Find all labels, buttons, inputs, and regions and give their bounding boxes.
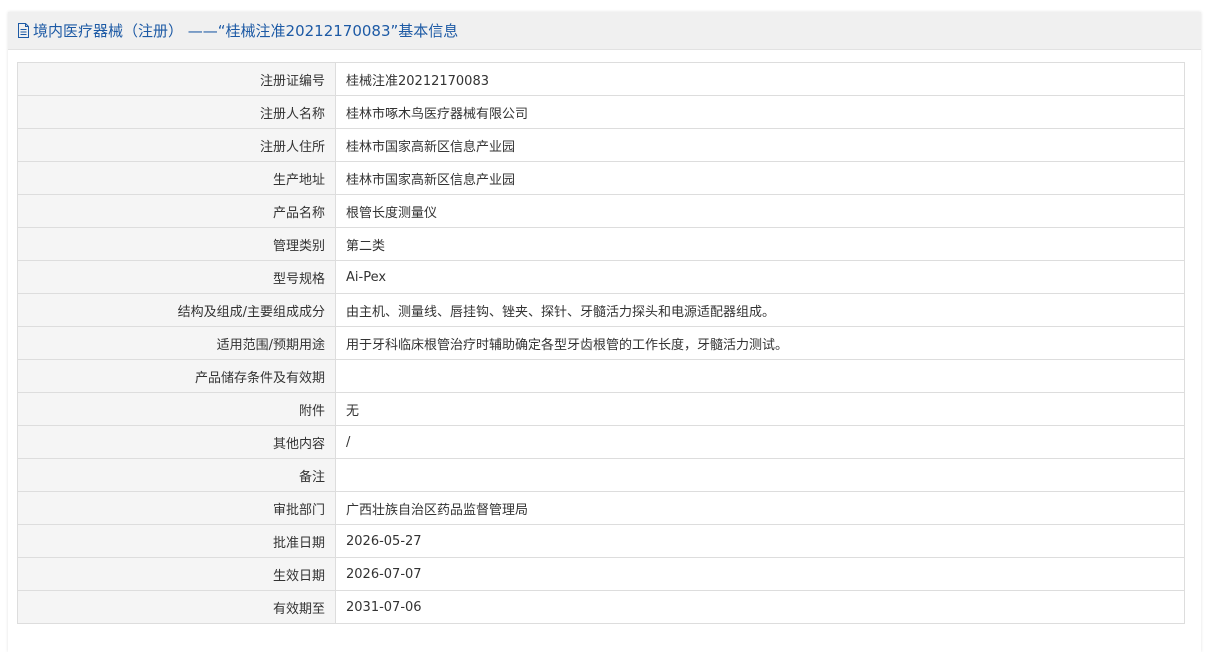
field-label: 有效期至: [17, 590, 336, 624]
table-row: 生产地址 桂林市国家高新区信息产业园: [17, 161, 1185, 195]
table-row: 注册人名称 桂林市啄木鸟医疗器械有限公司: [17, 95, 1185, 129]
table-row: 注册人住所 桂林市国家高新区信息产业园: [17, 128, 1185, 162]
table-row: 批准日期 2026-05-27: [17, 524, 1185, 558]
field-label: 注册人住所: [17, 128, 336, 162]
field-value: 2026-05-27: [335, 524, 1185, 558]
field-label: 审批部门: [17, 491, 336, 525]
field-label: 产品名称: [17, 194, 336, 228]
field-value: 广西壮族自治区药品监督管理局: [335, 491, 1185, 525]
field-value: 桂林市啄木鸟医疗器械有限公司: [335, 95, 1185, 129]
field-label: 其他内容: [17, 425, 336, 459]
field-label: 生效日期: [17, 557, 336, 591]
field-label: 注册证编号: [17, 62, 336, 96]
table-row: 产品名称 根管长度测量仪: [17, 194, 1185, 228]
table-row: 注册证编号 桂械注准20212170083: [17, 62, 1185, 96]
field-value: 第二类: [335, 227, 1185, 261]
field-label: 结构及组成/主要组成成分: [17, 293, 336, 327]
field-label: 产品储存条件及有效期: [17, 359, 336, 393]
field-value: 根管长度测量仪: [335, 194, 1185, 228]
info-table: 注册证编号 桂械注准20212170083 注册人名称 桂林市啄木鸟医疗器械有限公司注…: [17, 62, 1185, 624]
field-label: 型号规格: [17, 260, 336, 294]
field-value: 桂林市国家高新区信息产业园: [335, 128, 1185, 162]
field-label: 注册人名称: [17, 95, 336, 129]
field-value: 无: [335, 392, 1185, 426]
field-label: 备注: [17, 458, 336, 492]
field-value: 用于牙科临床根管治疗时辅助确定各型牙齿根管的工作长度，牙髓活力测试。: [335, 326, 1185, 360]
table-row: 其他内容 /: [17, 425, 1185, 459]
field-label: 生产地址: [17, 161, 336, 195]
panel-header: 境内医疗器械（注册） ——“桂械注准20212170083”基本信息: [8, 12, 1201, 50]
table-row: 附件无: [17, 392, 1185, 426]
info-panel: 境内医疗器械（注册） ——“桂械注准20212170083”基本信息 注册证编号…: [8, 12, 1201, 652]
field-value: 桂械注准20212170083: [335, 62, 1185, 96]
field-value: 2026-07-07: [335, 557, 1185, 591]
field-value: 桂林市国家高新区信息产业园: [335, 161, 1185, 195]
table-row: 备注: [17, 458, 1185, 492]
field-value: /: [335, 425, 1185, 459]
table-row: 有效期至 2031-07-06: [17, 590, 1185, 624]
table-row: 结构及组成/主要组成成分 由主机、测量线、唇挂钩、锉夹、探针、牙髓活力探头和电源适…: [17, 293, 1185, 327]
table-row: 适用范围/预期用途 用于牙科临床根管治疗时辅助确定各型牙齿根管的工作长度，牙髓活力…: [17, 326, 1185, 360]
field-value: 由主机、测量线、唇挂钩、锉夹、探针、牙髓活力探头和电源适配器组成。: [335, 293, 1185, 327]
field-value: [335, 359, 1185, 393]
table-row: 产品储存条件及有效期: [17, 359, 1185, 393]
table-row: 管理类别 第二类: [17, 227, 1185, 261]
table-row: 审批部门 广西壮族自治区药品监督管理局: [17, 491, 1185, 525]
table-row: 型号规格 Ai-Pex: [17, 260, 1185, 294]
field-label: 批准日期: [17, 524, 336, 558]
field-label: 附件: [17, 392, 336, 426]
document-icon: [17, 23, 31, 39]
field-value: 2031-07-06: [335, 590, 1185, 624]
page-title: 境内医疗器械（注册） ——“桂械注准20212170083”基本信息: [33, 22, 459, 40]
table-row: 生效日期 2026-07-07: [17, 557, 1185, 591]
field-label: 适用范围/预期用途: [17, 326, 336, 360]
field-label: 管理类别: [17, 227, 336, 261]
field-value: Ai-Pex: [335, 260, 1185, 294]
field-value: [335, 458, 1185, 492]
